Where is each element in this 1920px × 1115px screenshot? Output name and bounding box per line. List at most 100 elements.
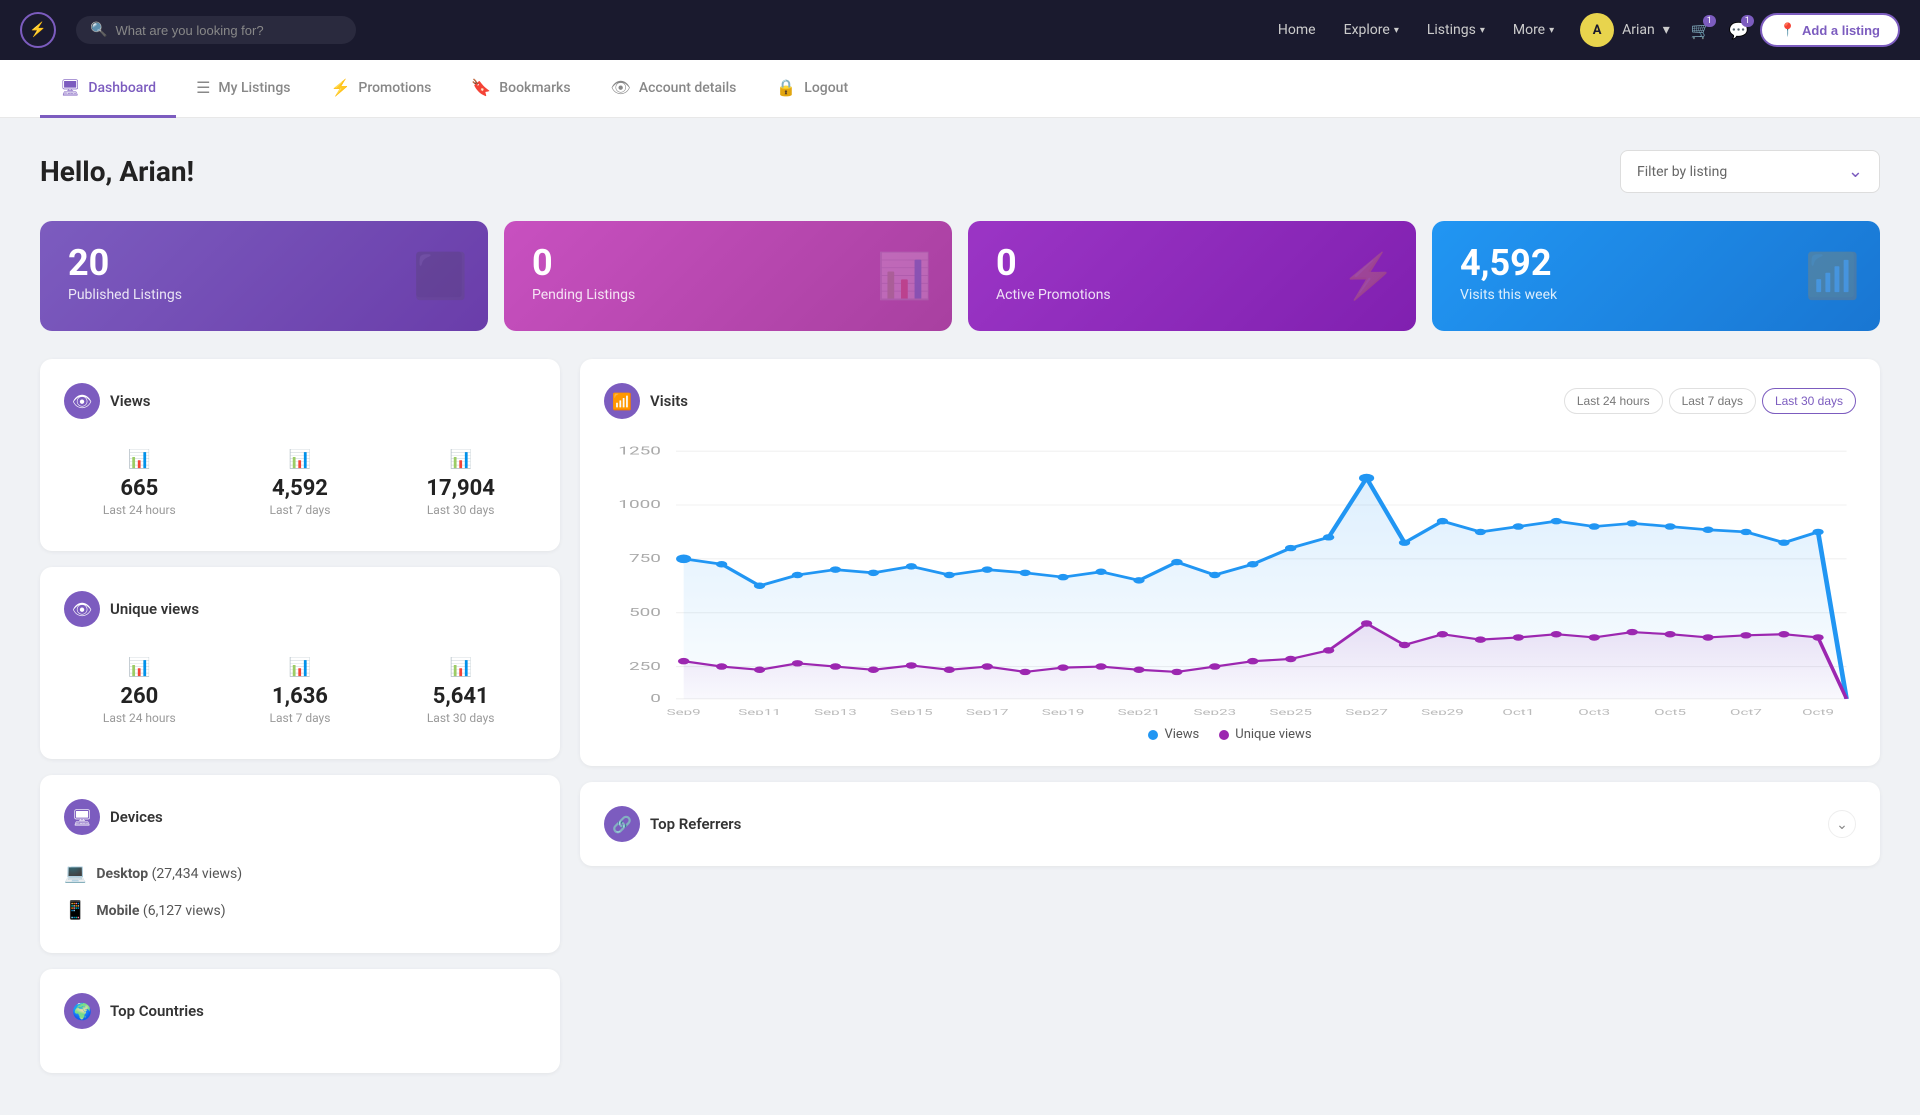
svg-text:Oct3: Oct3 [1578, 708, 1610, 715]
views-panel: 👁 Views 📊 665 Last 24 hours 📊 4,592 Last… [40, 359, 560, 551]
svg-text:Oct1: Oct1 [1502, 708, 1534, 715]
user-chevron-icon: ▾ [1663, 22, 1670, 38]
views-30d-label: Last 30 days [385, 503, 536, 517]
referrers-header-left: 🔗 Top Referrers [604, 806, 741, 842]
svg-text:250: 250 [629, 660, 661, 673]
countries-icon: 🌍 [64, 993, 100, 1029]
bar-chart-icon-3: 📊 [385, 449, 536, 470]
subnav-dashboard[interactable]: 🖥 Dashboard [40, 60, 176, 118]
views-30d: 📊 17,904 Last 30 days [385, 439, 536, 527]
search-bar[interactable]: 🔍 [76, 16, 356, 44]
views-24h: 📊 665 Last 24 hours [64, 439, 215, 527]
views-24h-number: 665 [64, 476, 215, 501]
svg-text:Sep27: Sep27 [1345, 708, 1388, 715]
user-menu[interactable]: A Arian ▾ [1570, 9, 1680, 51]
views-stats: 📊 665 Last 24 hours 📊 4,592 Last 7 days … [64, 439, 536, 527]
svg-text:Sep9: Sep9 [667, 708, 701, 715]
notifications-button[interactable]: 💬 1 [1722, 13, 1756, 47]
subnav-my-listings[interactable]: ☰ My Listings [176, 60, 310, 118]
pending-listings-number: 0 [532, 245, 635, 281]
active-promotions-label: Active Promotions [996, 287, 1111, 303]
visits-chart-title: Visits [650, 392, 688, 410]
bar-chart-icon-1: 📊 [64, 449, 215, 470]
subnav-account[interactable]: 👁 Account details [591, 60, 757, 118]
main-content: Hello, Arian! Filter by listing ⌄ 20 Pub… [0, 118, 1920, 1105]
referrers-header: 🔗 Top Referrers ⌄ [604, 806, 1856, 842]
svg-text:Sep29: Sep29 [1421, 708, 1464, 715]
svg-text:Sep25: Sep25 [1269, 708, 1312, 715]
uv-bar-icon-3: 📊 [385, 657, 536, 678]
nav-home[interactable]: Home [1266, 16, 1328, 44]
filter-chevron-icon: ⌄ [1848, 161, 1863, 182]
account-icon: 👁 [611, 78, 631, 97]
referrers-collapse-button[interactable]: ⌄ [1828, 810, 1856, 838]
search-icon: 🔍 [90, 22, 107, 38]
bookmarks-icon: 🔖 [471, 78, 491, 97]
page-title: Hello, Arian! [40, 155, 194, 188]
chart-legend: Views Unique views [604, 727, 1856, 742]
unique-views-30d: 📊 5,641 Last 30 days [385, 647, 536, 735]
devices-panel-header: 🖥 Devices [64, 799, 536, 835]
dashboard-icon: 🖥 [60, 78, 80, 97]
unique-views-7d: 📊 1,636 Last 7 days [225, 647, 376, 735]
page-header: Hello, Arian! Filter by listing ⌄ [40, 150, 1880, 193]
uv-bar-icon-2: 📊 [225, 657, 376, 678]
stat-pending-listings: 0 Pending Listings 📊 [504, 221, 952, 331]
filter-by-listing-dropdown[interactable]: Filter by listing ⌄ [1620, 150, 1880, 193]
top-countries-title: Top Countries [110, 1002, 204, 1020]
visits-chart-area: 1250 1000 750 500 250 0 [604, 435, 1856, 715]
visits-week-icon: 📶 [1805, 250, 1860, 302]
nav-explore[interactable]: Explore▾ [1332, 16, 1411, 44]
unique-views-panel: 👁 Unique views 📊 260 Last 24 hours 📊 1,6… [40, 567, 560, 759]
stat-cards: 20 Published Listings ⬛ 0 Pending Listin… [40, 221, 1880, 331]
right-panels: 📶 Visits Last 24 hours Last 7 days Last … [580, 359, 1880, 1073]
cart-badge: 1 [1703, 15, 1716, 27]
search-input[interactable] [115, 23, 315, 38]
visits-week-number: 4,592 [1460, 245, 1557, 281]
desktop-icon: 💻 [64, 863, 86, 884]
top-countries-header: 🌍 Top Countries [64, 993, 536, 1029]
svg-text:0: 0 [650, 692, 661, 705]
svg-text:Sep17: Sep17 [966, 708, 1009, 715]
devices-title: Devices [110, 808, 163, 826]
referrers-title: Top Referrers [650, 815, 741, 833]
unique-views-24h-label: Last 24 hours [64, 711, 215, 725]
views-7d-number: 4,592 [225, 476, 376, 501]
svg-text:Sep13: Sep13 [814, 708, 857, 715]
unique-views-legend-item: Unique views [1219, 727, 1311, 742]
stat-published-listings: 20 Published Listings ⬛ [40, 221, 488, 331]
filter-7d-button[interactable]: Last 7 days [1669, 388, 1756, 414]
filter-30d-button[interactable]: Last 30 days [1762, 388, 1856, 414]
unique-views-30d-label: Last 30 days [385, 711, 536, 725]
devices-icon: 🖥 [64, 799, 100, 835]
visits-chart-panel: 📶 Visits Last 24 hours Last 7 days Last … [580, 359, 1880, 766]
published-listings-icon: ⬛ [413, 250, 468, 302]
nav-listings[interactable]: Listings▾ [1415, 16, 1497, 44]
add-listing-button[interactable]: 📍 Add a listing [1760, 13, 1900, 47]
subnav-bookmarks[interactable]: 🔖 Bookmarks [451, 60, 590, 118]
unique-views-title: Unique views [110, 600, 199, 618]
uv-bar-icon-1: 📊 [64, 657, 215, 678]
svg-text:Sep11: Sep11 [738, 708, 781, 715]
top-navigation: ⚡ 🔍 Home Explore▾ Listings▾ More▾ A Aria… [0, 0, 1920, 60]
listings-icon: ☰ [196, 78, 210, 97]
views-30d-number: 17,904 [385, 476, 536, 501]
active-promotions-icon: ⚡ [1341, 250, 1396, 302]
svg-text:Sep23: Sep23 [1194, 708, 1237, 715]
unique-views-7d-number: 1,636 [225, 684, 376, 709]
subnav-promotions[interactable]: ⚡ Promotions [310, 60, 451, 118]
panels-row: 👁 Views 📊 665 Last 24 hours 📊 4,592 Last… [40, 359, 1880, 1073]
sub-navigation: 🖥 Dashboard ☰ My Listings ⚡ Promotions 🔖… [0, 60, 1920, 118]
subnav-logout[interactable]: 🔒 Logout [756, 60, 868, 118]
nav-more[interactable]: More▾ [1501, 16, 1566, 44]
filter-24h-button[interactable]: Last 24 hours [1564, 388, 1663, 414]
top-countries-panel: 🌍 Top Countries [40, 969, 560, 1073]
stat-visits-week: 4,592 Visits this week 📶 [1432, 221, 1880, 331]
user-name: Arian [1622, 22, 1655, 38]
views-panel-header: 👁 Views [64, 383, 536, 419]
svg-text:Sep19: Sep19 [1042, 708, 1085, 715]
desktop-label: Desktop (27,434 views) [96, 866, 242, 882]
svg-text:Oct9: Oct9 [1802, 708, 1834, 715]
logo-icon[interactable]: ⚡ [20, 12, 56, 48]
cart-button[interactable]: 🛒 1 [1684, 13, 1718, 47]
